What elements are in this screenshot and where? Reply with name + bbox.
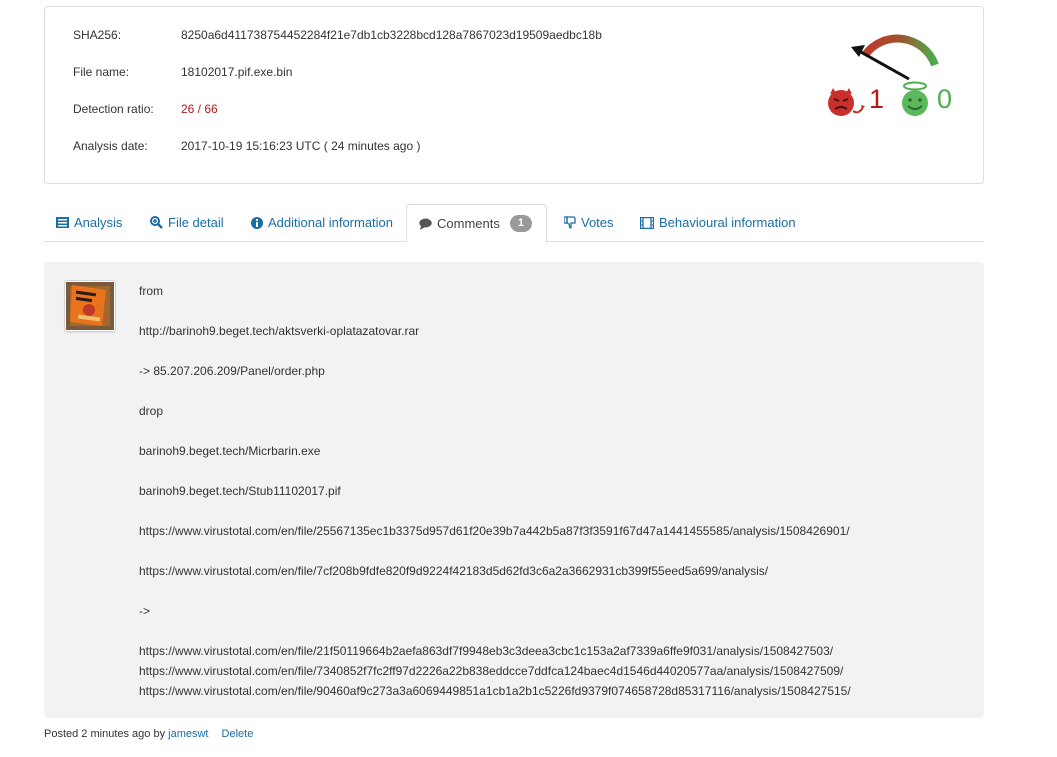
community-votes: 1 0	[825, 81, 985, 117]
comment-line: https://www.virustotal.com/en/file/25567…	[139, 524, 850, 538]
info-icon	[251, 216, 263, 229]
comment-line: https://www.virustotal.com/en/file/90460…	[139, 684, 851, 698]
comment-line: http://barinoh9.beget.tech/aktsverki-opl…	[139, 324, 420, 338]
tab-comments[interactable]: Comments 1	[406, 204, 547, 243]
tab-behavioural-information-label: Behavioural information	[659, 215, 796, 230]
tab-additional-information-label: Additional information	[268, 215, 394, 230]
detection-ratio-value: 26 / 66	[181, 102, 218, 116]
malicious-votes-count: 1	[869, 84, 885, 114]
community-score-gauge-icon	[851, 34, 939, 81]
tab-analysis-label: Analysis	[74, 215, 123, 230]
comment-icon	[419, 218, 432, 230]
comment-line: https://www.virustotal.com/en/file/21f50…	[139, 644, 834, 658]
malicious-devil-icon[interactable]	[825, 87, 865, 117]
harmless-votes-count: 0	[937, 84, 953, 114]
comment-line: https://www.virustotal.com/en/file/7cf20…	[139, 564, 769, 578]
comment-line: -> 85.207.206.209/Panel/order.php	[139, 364, 325, 378]
filename-value: 18102017.pif.exe.bin	[181, 65, 293, 79]
comment-line: barinoh9.beget.tech/Stub11102017.pif	[139, 484, 341, 498]
comment-line: drop	[139, 404, 164, 418]
file-report-tabs: Analysis File detail Additional informat…	[44, 204, 984, 243]
thumbs-down-icon	[564, 216, 576, 229]
comments-count-badge: 1	[509, 215, 532, 233]
analysis-date-value: 2017-10-19 15:16:23 UTC ( 24 minutes ago…	[181, 139, 421, 153]
harmless-angel-icon[interactable]	[897, 81, 933, 117]
tab-analysis[interactable]: Analysis	[56, 204, 122, 240]
tab-file-detail[interactable]: File detail	[150, 204, 224, 240]
author-link[interactable]: jameswt	[168, 728, 208, 740]
tab-votes-label: Votes	[581, 215, 614, 230]
tab-comments-label: Comments	[437, 216, 500, 231]
comment-line: barinoh9.beget.tech/Micrbarin.exe	[139, 444, 321, 458]
file-summary-panel: SHA256: 8250a6d411738754452284f21e7db1cb…	[44, 6, 984, 184]
comment-line: https://www.virustotal.com/en/file/73408…	[139, 664, 844, 678]
delete-comment-link[interactable]: Delete	[222, 728, 254, 740]
comment-meta: Posted 2 minutes ago by jameswt Delete	[44, 728, 253, 740]
book-cover-avatar-icon	[66, 282, 114, 330]
film-icon	[640, 216, 654, 229]
sha256-value: 8250a6d411738754452284f21e7db1cb3228bcd1…	[181, 28, 602, 42]
comment-card: from http://barinoh9.beget.tech/aktsverk…	[44, 262, 984, 718]
analysis-date-label: Analysis date:	[73, 139, 148, 153]
list-icon	[56, 217, 69, 229]
comment-line: ->	[139, 604, 151, 618]
zoom-icon	[150, 216, 163, 229]
avatar[interactable]	[64, 280, 116, 332]
posted-text: Posted 2 minutes ago by	[44, 728, 166, 740]
sha256-label: SHA256:	[73, 28, 122, 42]
tab-file-detail-label: File detail	[168, 215, 224, 230]
comment-line: from	[139, 284, 163, 298]
tab-additional-information[interactable]: Additional information	[251, 204, 393, 240]
filename-label: File name:	[73, 65, 130, 79]
tab-behavioural-information[interactable]: Behavioural information	[640, 204, 796, 240]
tab-votes[interactable]: Votes	[564, 204, 614, 240]
detection-ratio-label: Detection ratio:	[73, 102, 154, 116]
